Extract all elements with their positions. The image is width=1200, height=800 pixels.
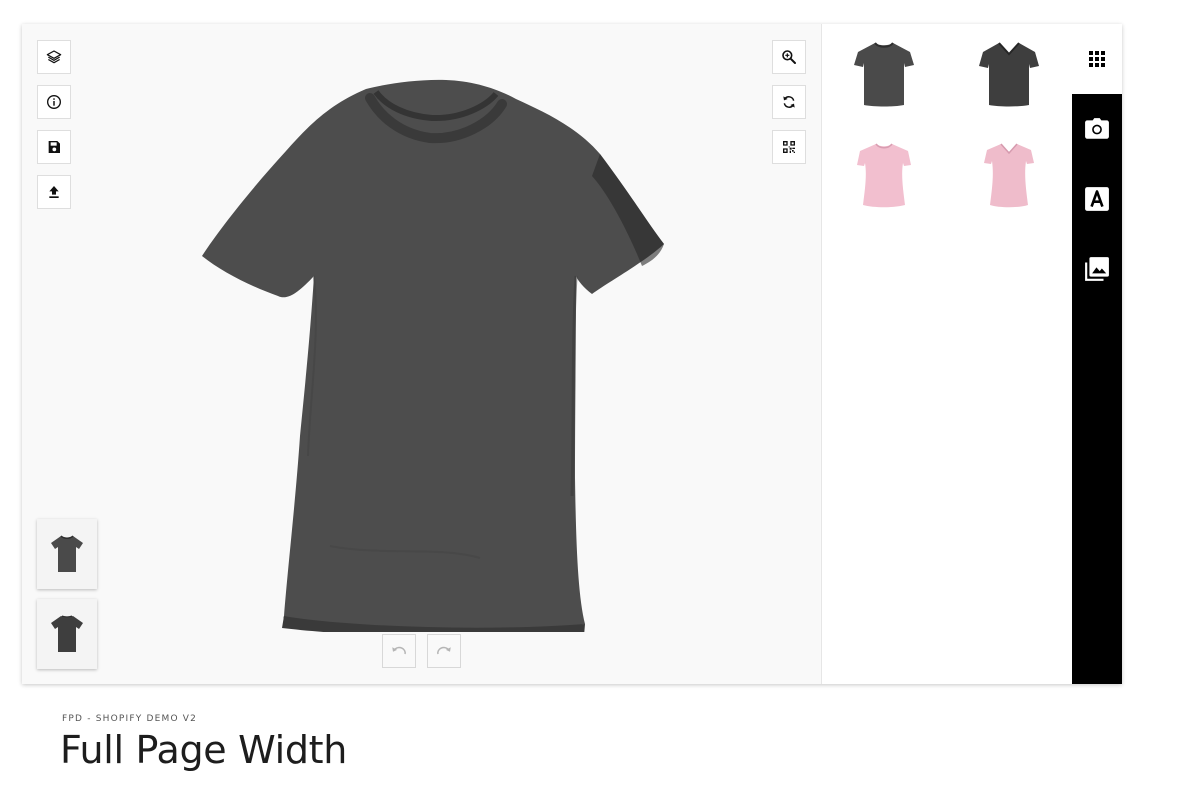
tshirt-women-vneck-pink-icon	[984, 143, 1034, 208]
product-item-v-neck-dark[interactable]	[959, 29, 1059, 119]
nav-item-products[interactable]	[1072, 24, 1122, 94]
product-tshirt-image[interactable]	[180, 76, 664, 632]
undo-icon	[392, 646, 406, 655]
info-button[interactable]	[37, 85, 71, 119]
reset-button[interactable]	[772, 85, 806, 119]
nav-item-upload-photo[interactable]	[1072, 94, 1122, 164]
text-icon	[1085, 187, 1109, 211]
nav-dark-bar	[1072, 94, 1122, 684]
redo-button[interactable]	[427, 634, 461, 668]
qr-code-button[interactable]	[772, 130, 806, 164]
page-title: Full Page Width	[60, 728, 348, 772]
redo-icon	[437, 646, 451, 655]
save-icon	[48, 141, 60, 153]
info-icon	[47, 95, 61, 109]
layers-button[interactable]	[37, 40, 71, 74]
product-item-women-pink[interactable]	[834, 129, 934, 219]
breadcrumb: FPD - SHOPIFY DEMO V2	[62, 714, 198, 724]
view-thumbnail-back[interactable]	[37, 599, 97, 669]
tshirt-v-neck-dark-icon	[979, 42, 1039, 107]
upload-button[interactable]	[37, 175, 71, 209]
save-button[interactable]	[37, 130, 71, 164]
zoom-icon	[782, 50, 796, 64]
design-stage[interactable]	[22, 24, 822, 684]
products-panel	[822, 24, 1072, 684]
tshirt-crew-neck-dark-icon	[854, 42, 914, 107]
product-item-women-vneck-pink[interactable]	[959, 129, 1059, 219]
reset-icon	[783, 96, 795, 108]
nav-item-images[interactable]	[1072, 234, 1122, 304]
back-view-tshirt	[51, 615, 83, 652]
zoom-button[interactable]	[772, 40, 806, 74]
undo-button[interactable]	[382, 634, 416, 668]
nav-item-add-text[interactable]	[1072, 164, 1122, 234]
layers-icon	[46, 50, 62, 64]
view-thumbnail-front[interactable]	[37, 519, 97, 589]
camera-icon	[1085, 118, 1109, 139]
tshirt-women-pink-icon	[857, 143, 911, 208]
front-view-tshirt	[51, 535, 83, 572]
grid-icon	[1089, 51, 1105, 67]
tshirt-body	[202, 79, 664, 632]
images-icon	[1085, 257, 1109, 281]
product-item-crew-neck-dark[interactable]	[834, 29, 934, 119]
module-navigation	[1072, 24, 1122, 684]
upload-icon	[49, 186, 59, 198]
product-designer	[22, 24, 1122, 684]
qr-code-icon	[783, 141, 795, 153]
